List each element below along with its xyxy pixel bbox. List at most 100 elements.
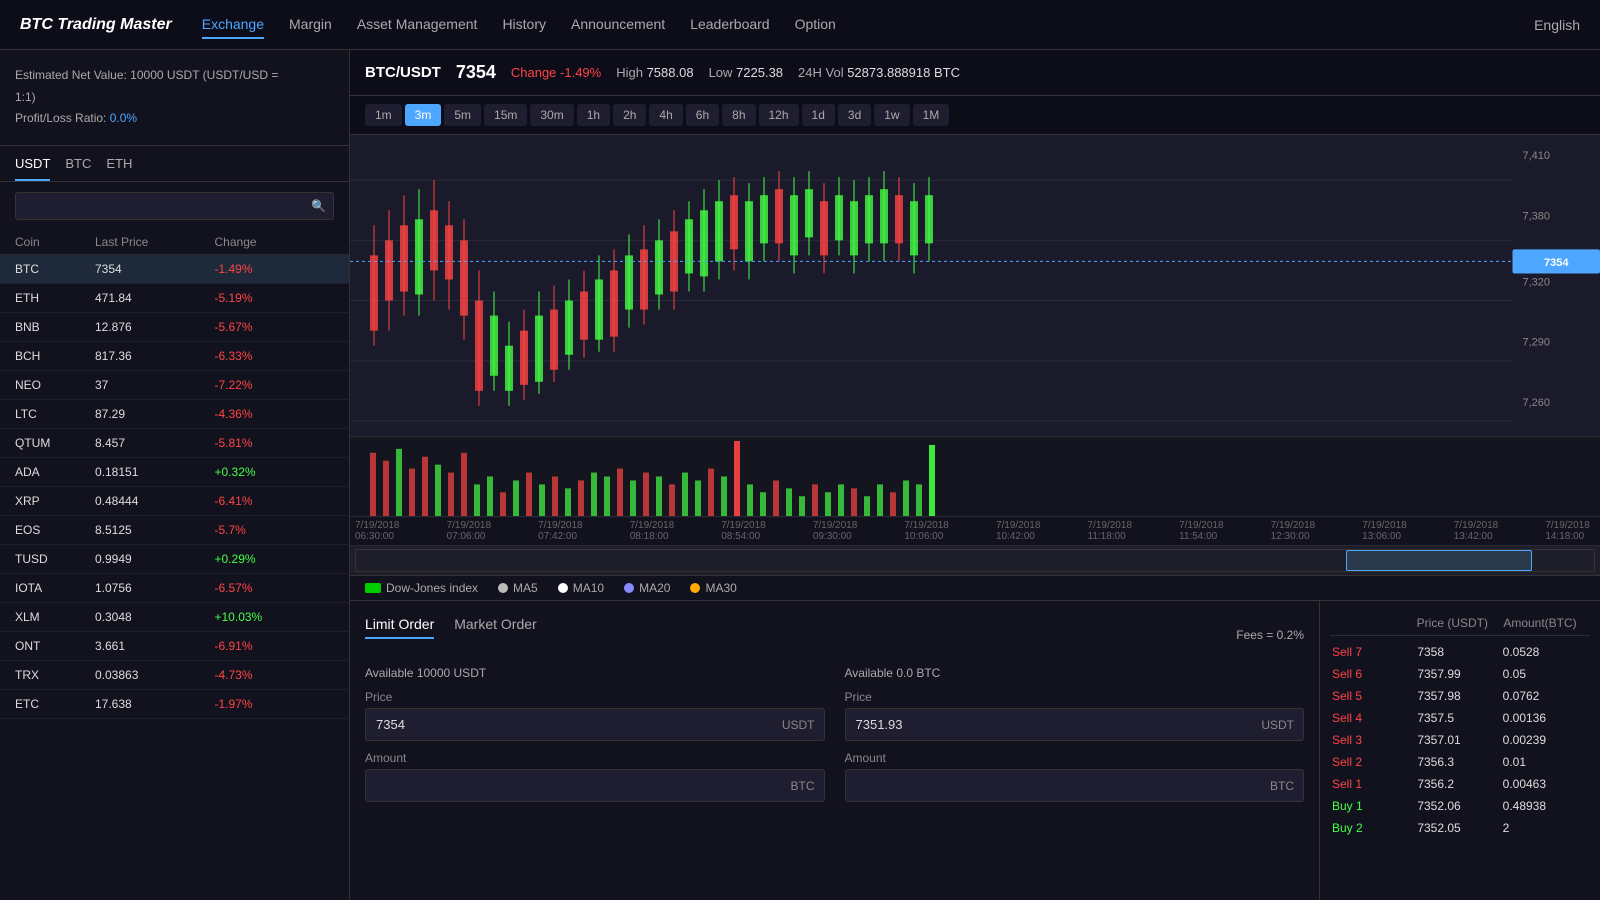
- time-btn-2h[interactable]: 2h: [613, 104, 646, 126]
- coin-row-tusd[interactable]: TUSD 0.9949 +0.29%: [0, 545, 349, 574]
- time-btn-4h[interactable]: 4h: [649, 104, 682, 126]
- tab-market-order[interactable]: Market Order: [454, 616, 536, 639]
- candle-chart-area: 7,410 7,380 7,320 7,290 7,260 7354: [350, 135, 1600, 436]
- nav-leaderboard[interactable]: Leaderboard: [690, 11, 769, 39]
- ob-sell-price: 7357.5: [1417, 711, 1502, 725]
- time-btn-6h[interactable]: 6h: [686, 104, 719, 126]
- chart-low: Low 7225.38: [709, 65, 783, 80]
- coin-tabs: USDT BTC ETH: [0, 146, 349, 182]
- search-box: 🔍: [15, 192, 334, 220]
- time-btn-3d[interactable]: 3d: [838, 104, 871, 126]
- buy-price-input[interactable]: [365, 708, 825, 741]
- time-tick: 7/19/201812:30:00: [1271, 520, 1316, 542]
- time-btn-1m[interactable]: 1m: [365, 104, 402, 126]
- coin-row-eos[interactable]: EOS 8.5125 -5.7%: [0, 516, 349, 545]
- legend-dow: Dow-Jones index: [365, 581, 478, 595]
- sell-amount-input[interactable]: [845, 769, 1305, 802]
- search-input[interactable]: [15, 192, 334, 220]
- search-icon[interactable]: 🔍: [311, 199, 326, 213]
- coin-name: BTC: [15, 262, 95, 276]
- coin-name: TUSD: [15, 552, 95, 566]
- ob-sell-label: Sell 6: [1332, 667, 1417, 681]
- svg-text:7,260: 7,260: [1522, 397, 1550, 409]
- time-btn-1d[interactable]: 1d: [802, 104, 835, 126]
- coin-row-ont[interactable]: ONT 3.661 -6.91%: [0, 632, 349, 661]
- coin-row-bch[interactable]: BCH 817.36 -6.33%: [0, 342, 349, 371]
- time-btn-12h[interactable]: 12h: [759, 104, 799, 126]
- ob-sell-3[interactable]: Sell 3 7357.01 0.00239: [1330, 729, 1590, 751]
- buy-amount-input[interactable]: [365, 769, 825, 802]
- time-tick: 7/19/201811:18:00: [1088, 520, 1133, 542]
- brand-logo: BTC Trading Master: [20, 16, 172, 34]
- sell-amount-label: Amount: [845, 751, 1305, 765]
- ob-sell-2[interactable]: Sell 2 7356.3 0.01: [1330, 751, 1590, 773]
- time-btn-30m[interactable]: 30m: [530, 104, 573, 126]
- time-tick: 7/19/201807:06:00: [447, 520, 492, 542]
- coin-change: -5.7%: [215, 523, 335, 537]
- coin-name: EOS: [15, 523, 95, 537]
- ob-buy-label: Buy 2: [1332, 821, 1417, 835]
- time-btn-1M[interactable]: 1M: [913, 104, 950, 126]
- tab-usdt[interactable]: USDT: [15, 156, 50, 181]
- coin-row-xlm[interactable]: XLM 0.3048 +10.03%: [0, 603, 349, 632]
- time-btn-1w[interactable]: 1w: [874, 104, 909, 126]
- chart-container: 7,410 7,380 7,320 7,290 7,260 7354: [350, 135, 1600, 600]
- ob-buy-1[interactable]: Buy 1 7352.06 0.48938: [1330, 795, 1590, 817]
- tab-btc[interactable]: BTC: [65, 156, 91, 181]
- time-btn-1h[interactable]: 1h: [577, 104, 610, 126]
- coin-change: -6.57%: [215, 581, 335, 595]
- coin-row-qtum[interactable]: QTUM 8.457 -5.81%: [0, 429, 349, 458]
- time-tick: 7/19/201813:42:00: [1454, 520, 1499, 542]
- coin-price: 0.18151: [95, 465, 215, 479]
- nav-option[interactable]: Option: [795, 11, 836, 39]
- tab-eth[interactable]: ETH: [106, 156, 132, 181]
- ob-sell-amount: 0.00463: [1503, 777, 1588, 791]
- language-selector[interactable]: English: [1534, 17, 1580, 33]
- coin-row-neo[interactable]: NEO 37 -7.22%: [0, 371, 349, 400]
- ob-sell-1[interactable]: Sell 1 7356.2 0.00463: [1330, 773, 1590, 795]
- ob-buy-label: Buy 1: [1332, 799, 1417, 813]
- coin-row-btc[interactable]: BTC 7354 -1.49%: [0, 255, 349, 284]
- minimap-area[interactable]: [350, 545, 1600, 575]
- coin-price: 471.84: [95, 291, 215, 305]
- nav-history[interactable]: History: [502, 11, 546, 39]
- nav-asset-management[interactable]: Asset Management: [357, 11, 478, 39]
- coin-list: BTC 7354 -1.49% ETH 471.84 -5.19% BNB 12…: [0, 255, 349, 900]
- coin-row-iota[interactable]: IOTA 1.0756 -6.57%: [0, 574, 349, 603]
- time-btn-8h[interactable]: 8h: [722, 104, 755, 126]
- nav-margin[interactable]: Margin: [289, 11, 332, 39]
- coin-row-bnb[interactable]: BNB 12.876 -5.67%: [0, 313, 349, 342]
- ob-sell-4[interactable]: Sell 4 7357.5 0.00136: [1330, 707, 1590, 729]
- header-change: Change: [215, 235, 335, 249]
- nav-exchange[interactable]: Exchange: [202, 11, 264, 39]
- coin-row-etc[interactable]: ETC 17.638 -1.97%: [0, 690, 349, 719]
- sell-amount-suffix: BTC: [1270, 779, 1294, 793]
- ob-sell-amount: 0.01: [1503, 755, 1588, 769]
- ob-sell-6[interactable]: Sell 6 7357.99 0.05: [1330, 663, 1590, 685]
- sell-form: Available 0.0 BTC Price USDT Amount: [845, 666, 1305, 812]
- ob-buy-price: 7352.06: [1417, 799, 1502, 813]
- coin-change: -4.36%: [215, 407, 335, 421]
- order-book: Price (USDT) Amount(BTC) Sell 7 7358 0.0…: [1320, 601, 1600, 900]
- ob-buy-amount: 0.48938: [1503, 799, 1588, 813]
- coin-row-xrp[interactable]: XRP 0.48444 -6.41%: [0, 487, 349, 516]
- time-tick: 7/19/201808:18:00: [630, 520, 675, 542]
- coin-row-trx[interactable]: TRX 0.03863 -4.73%: [0, 661, 349, 690]
- nav-announcement[interactable]: Announcement: [571, 11, 665, 39]
- legend-ma5-label: MA5: [513, 581, 538, 595]
- volume-svg: [350, 437, 1600, 516]
- ob-sell-5[interactable]: Sell 5 7357.98 0.0762: [1330, 685, 1590, 707]
- tab-limit-order[interactable]: Limit Order: [365, 616, 434, 639]
- time-btn-3m[interactable]: 3m: [405, 104, 442, 126]
- legend-dow-label: Dow-Jones index: [386, 581, 478, 595]
- coin-change: -5.19%: [215, 291, 335, 305]
- sell-price-input[interactable]: [845, 708, 1305, 741]
- coin-row-eth[interactable]: ETH 471.84 -5.19%: [0, 284, 349, 313]
- ob-buy-2[interactable]: Buy 2 7352.05 2: [1330, 817, 1590, 839]
- order-tabs: Limit Order Market Order: [365, 616, 1236, 639]
- time-btn-5m[interactable]: 5m: [444, 104, 481, 126]
- coin-row-ltc[interactable]: LTC 87.29 -4.36%: [0, 400, 349, 429]
- ob-sell-7[interactable]: Sell 7 7358 0.0528: [1330, 641, 1590, 663]
- coin-row-ada[interactable]: ADA 0.18151 +0.32%: [0, 458, 349, 487]
- time-btn-15m[interactable]: 15m: [484, 104, 527, 126]
